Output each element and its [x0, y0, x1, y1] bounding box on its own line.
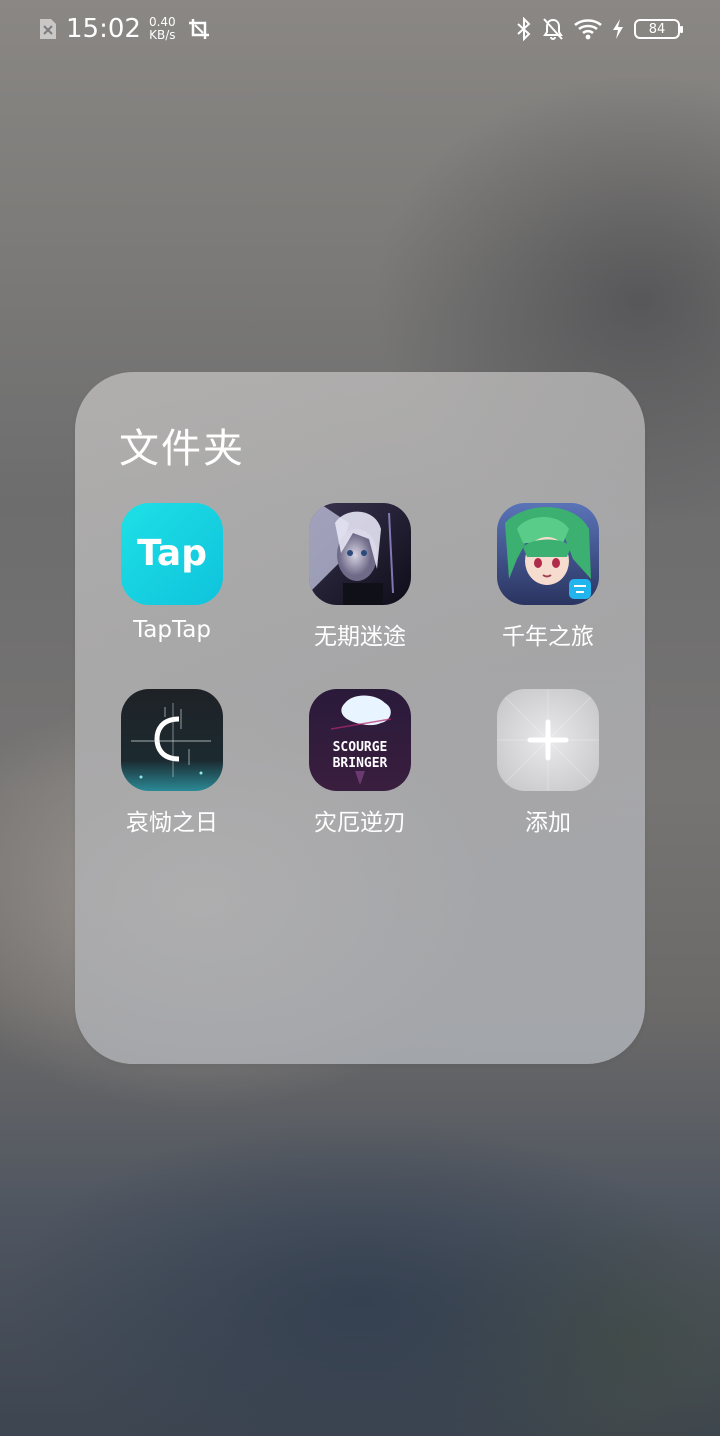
folder-title[interactable]: 文件夹 — [119, 416, 245, 474]
app-folder: 文件夹 Tap TapTap 无期迷途 千年之旅 哀恸之日 SCOURGE BR… — [75, 372, 645, 1064]
status-bar-left: 15:02 0.40 KB/s — [38, 12, 210, 46]
taptap-icon-text: Tap — [137, 533, 207, 574]
scourgebringer-title-line2: BRINGER — [333, 756, 388, 771]
home-screen: 15:02 0.40 KB/s 84 文件夹 Tap TapTap 无期迷途 千… — [0, 0, 720, 1436]
net-speed: 0.40 KB/s — [149, 16, 176, 42]
taptap-app-icon[interactable]: Tap — [121, 503, 223, 605]
app-taptap[interactable]: Tap TapTap — [102, 503, 242, 643]
app-label: 哀恸之日 — [126, 810, 218, 836]
battery-icon: 84 — [634, 19, 683, 39]
app-label: 无期迷途 — [314, 624, 406, 650]
add-app-icon[interactable] — [497, 689, 599, 791]
qiannianzhilv-app-icon[interactable] — [497, 503, 599, 605]
wuqimitu-app-icon[interactable] — [309, 503, 411, 605]
status-bar: 15:02 0.40 KB/s 84 — [0, 0, 720, 58]
add-app-button[interactable]: 添加 — [478, 689, 618, 837]
status-bar-right: 84 — [516, 12, 683, 46]
bluetooth-icon — [517, 17, 531, 41]
app-label: TapTap — [133, 617, 211, 643]
aitongzhiri-app-icon[interactable] — [121, 689, 223, 791]
wifi-icon — [574, 19, 602, 40]
app-label: 添加 — [525, 810, 571, 836]
screenshot-icon — [188, 19, 209, 39]
net-speed-unit: KB/s — [149, 28, 176, 42]
app-wuqimitu[interactable]: 无期迷途 — [290, 503, 430, 651]
app-label: 千年之旅 — [502, 624, 594, 650]
app-qiannianzhilv[interactable]: 千年之旅 — [478, 503, 618, 651]
app-aitongzhiri[interactable]: 哀恸之日 — [102, 689, 242, 837]
battery-level: 84 — [648, 21, 666, 37]
app-scourgebringer[interactable]: SCOURGE BRINGER 灾厄逆刃 — [290, 689, 430, 837]
app-label: 灾厄逆刃 — [314, 810, 406, 836]
scourgebringer-app-icon[interactable]: SCOURGE BRINGER — [309, 689, 411, 791]
notifications-off-icon — [543, 18, 563, 40]
clock: 15:02 — [66, 14, 141, 44]
scourgebringer-title-line1: SCOURGE — [333, 740, 388, 755]
sim-off-icon — [40, 19, 56, 39]
charging-icon — [613, 19, 623, 39]
